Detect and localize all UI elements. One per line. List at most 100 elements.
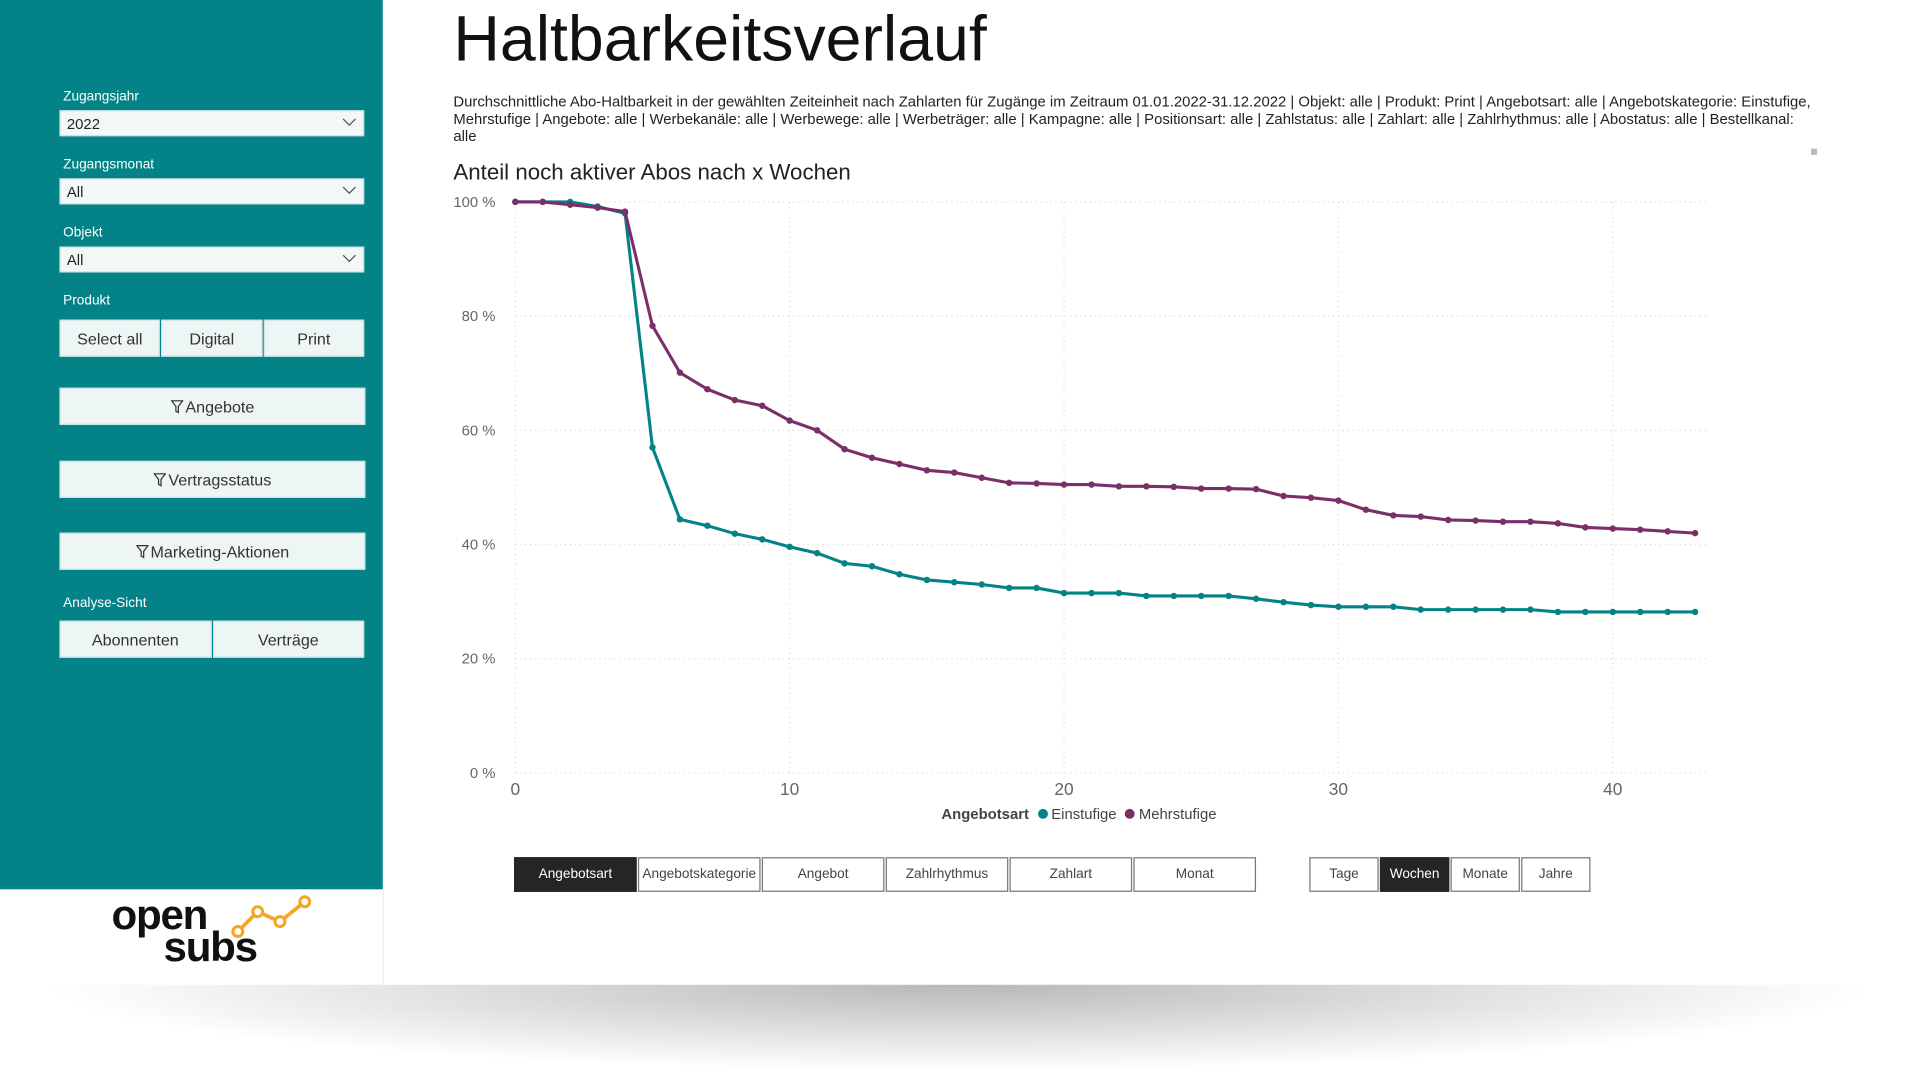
data-point-mehrstufige xyxy=(731,396,739,404)
data-point-einstufige xyxy=(951,579,958,586)
view-abonnenten-button[interactable]: Abonnenten xyxy=(59,620,212,658)
filter-icon xyxy=(153,472,166,486)
product-select-all-button[interactable]: Select all xyxy=(59,319,161,357)
data-point-einstufige xyxy=(1691,608,1699,616)
legend-title: Angebotsart xyxy=(941,805,1029,823)
data-point-einstufige xyxy=(704,522,711,529)
chart-title: Anteil noch aktiver Abos nach x Wochen xyxy=(453,159,851,185)
data-point-einstufige xyxy=(759,536,766,543)
data-point-mehrstufige xyxy=(1033,480,1040,487)
angebote-filter-button[interactable]: Angebote xyxy=(59,387,366,425)
data-point-einstufige xyxy=(1307,601,1315,609)
data-point-mehrstufige xyxy=(649,322,656,330)
data-point-mehrstufige xyxy=(1691,529,1699,537)
filter-icon xyxy=(170,399,183,413)
logo-graph-icon xyxy=(231,895,312,939)
data-point-einstufige xyxy=(676,516,684,523)
data-point-mehrstufige xyxy=(841,445,848,453)
data-point-einstufige xyxy=(868,563,876,570)
x-tick-label: 40 xyxy=(1603,779,1622,799)
data-point-einstufige xyxy=(1143,592,1150,600)
data-point-mehrstufige xyxy=(868,454,876,461)
data-point-mehrstufige xyxy=(786,417,793,424)
data-point-mehrstufige xyxy=(1499,518,1507,525)
angebote-filter-label: Angebote xyxy=(185,397,255,416)
legend-einstufige[interactable]: Einstufige xyxy=(1051,805,1116,822)
data-point-mehrstufige xyxy=(1582,524,1589,531)
x-tick-label: 0 xyxy=(510,779,520,799)
data-point-einstufige xyxy=(1033,584,1040,592)
tab-angebot[interactable]: Angebot xyxy=(761,857,885,892)
data-point-einstufige xyxy=(1060,589,1068,597)
tab-zahlrhythmus[interactable]: Zahlrhythmus xyxy=(885,857,1009,892)
data-point-mehrstufige xyxy=(1252,485,1260,493)
data-point-mehrstufige xyxy=(539,198,546,206)
data-point-einstufige xyxy=(1554,608,1562,616)
vertragsstatus-filter-label: Vertragsstatus xyxy=(168,470,272,489)
vertragsstatus-filter-button[interactable]: Vertragsstatus xyxy=(59,460,366,498)
tab-zahlart[interactable]: Zahlart xyxy=(1009,857,1133,892)
data-point-einstufige xyxy=(1664,608,1671,616)
x-tick-label: 10 xyxy=(780,779,799,799)
data-point-mehrstufige xyxy=(1088,481,1095,488)
data-point-einstufige xyxy=(978,581,985,588)
y-tick-label: 20 % xyxy=(462,652,496,668)
data-point-einstufige xyxy=(923,576,931,584)
tab-angebotskategorie[interactable]: Angebotskategorie xyxy=(637,857,761,892)
data-point-mehrstufige xyxy=(1362,506,1370,513)
data-point-mehrstufige xyxy=(1280,492,1287,500)
data-point-mehrstufige xyxy=(951,469,958,476)
page-shadow xyxy=(37,984,1883,1072)
data-point-mehrstufige xyxy=(676,369,684,376)
product-digital-button[interactable]: Digital xyxy=(161,319,263,357)
marketing-aktionen-filter-button[interactable]: Marketing-Aktionen xyxy=(59,532,366,570)
month-dropdown[interactable]: All xyxy=(59,178,365,205)
dimension-tabs: Angebotsart Angebotskategorie Angebot Za… xyxy=(514,857,1257,892)
series-line-mehrstufige xyxy=(515,200,1696,535)
data-point-einstufige xyxy=(813,549,821,557)
data-point-einstufige xyxy=(1499,606,1507,613)
data-point-mehrstufige xyxy=(1554,520,1562,527)
chevron-down-icon xyxy=(342,186,356,195)
data-point-mehrstufige xyxy=(1198,485,1205,492)
data-point-mehrstufige xyxy=(566,201,574,208)
legend-dot-einstufige xyxy=(1037,808,1048,819)
data-point-mehrstufige xyxy=(1307,494,1315,501)
product-print-button[interactable]: Print xyxy=(263,319,365,357)
tab-monat[interactable]: Monat xyxy=(1133,857,1257,892)
year-dropdown[interactable]: 2022 xyxy=(59,110,365,137)
year-value: 2022 xyxy=(66,115,100,133)
data-point-einstufige xyxy=(1335,603,1342,610)
data-point-mehrstufige xyxy=(1527,518,1534,525)
tab-monate[interactable]: Monate xyxy=(1450,857,1520,892)
data-point-mehrstufige xyxy=(896,460,903,468)
data-point-einstufige xyxy=(1252,595,1260,603)
tab-tage[interactable]: Tage xyxy=(1309,857,1379,892)
data-point-einstufige xyxy=(1527,606,1534,613)
legend-mehrstufige[interactable]: Mehrstufige xyxy=(1139,805,1217,822)
object-dropdown[interactable]: All xyxy=(59,246,365,273)
filter-description: Durchschnittliche Abo-Haltbarkeit in der… xyxy=(453,92,1811,145)
tab-wochen[interactable]: Wochen xyxy=(1379,857,1450,892)
data-point-mehrstufige xyxy=(1390,512,1397,519)
data-point-mehrstufige xyxy=(1637,526,1644,533)
view-label: Analyse-Sicht xyxy=(63,595,147,611)
chevron-down-icon xyxy=(342,118,356,126)
product-label: Produkt xyxy=(63,293,111,309)
data-point-einstufige xyxy=(1198,592,1205,600)
data-point-mehrstufige xyxy=(1472,517,1479,524)
data-point-einstufige xyxy=(1637,608,1644,616)
data-point-einstufige xyxy=(1417,606,1424,613)
sidebar: Zugangsjahr 2022 Zugangsmonat All Objekt… xyxy=(0,0,383,890)
series-line-einstufige xyxy=(515,200,1696,614)
view-vertraege-button[interactable]: Verträge xyxy=(212,620,365,658)
data-point-einstufige xyxy=(1444,606,1452,613)
month-label: Zugangsmonat xyxy=(63,157,155,173)
tab-jahre[interactable]: Jahre xyxy=(1521,857,1591,892)
filter-icon xyxy=(135,544,149,558)
data-point-einstufige xyxy=(731,530,739,537)
y-tick-label: 40 % xyxy=(462,537,496,553)
tab-angebotsart[interactable]: Angebotsart xyxy=(514,857,637,892)
resize-handle[interactable] xyxy=(1810,148,1818,155)
object-value: All xyxy=(66,251,84,269)
